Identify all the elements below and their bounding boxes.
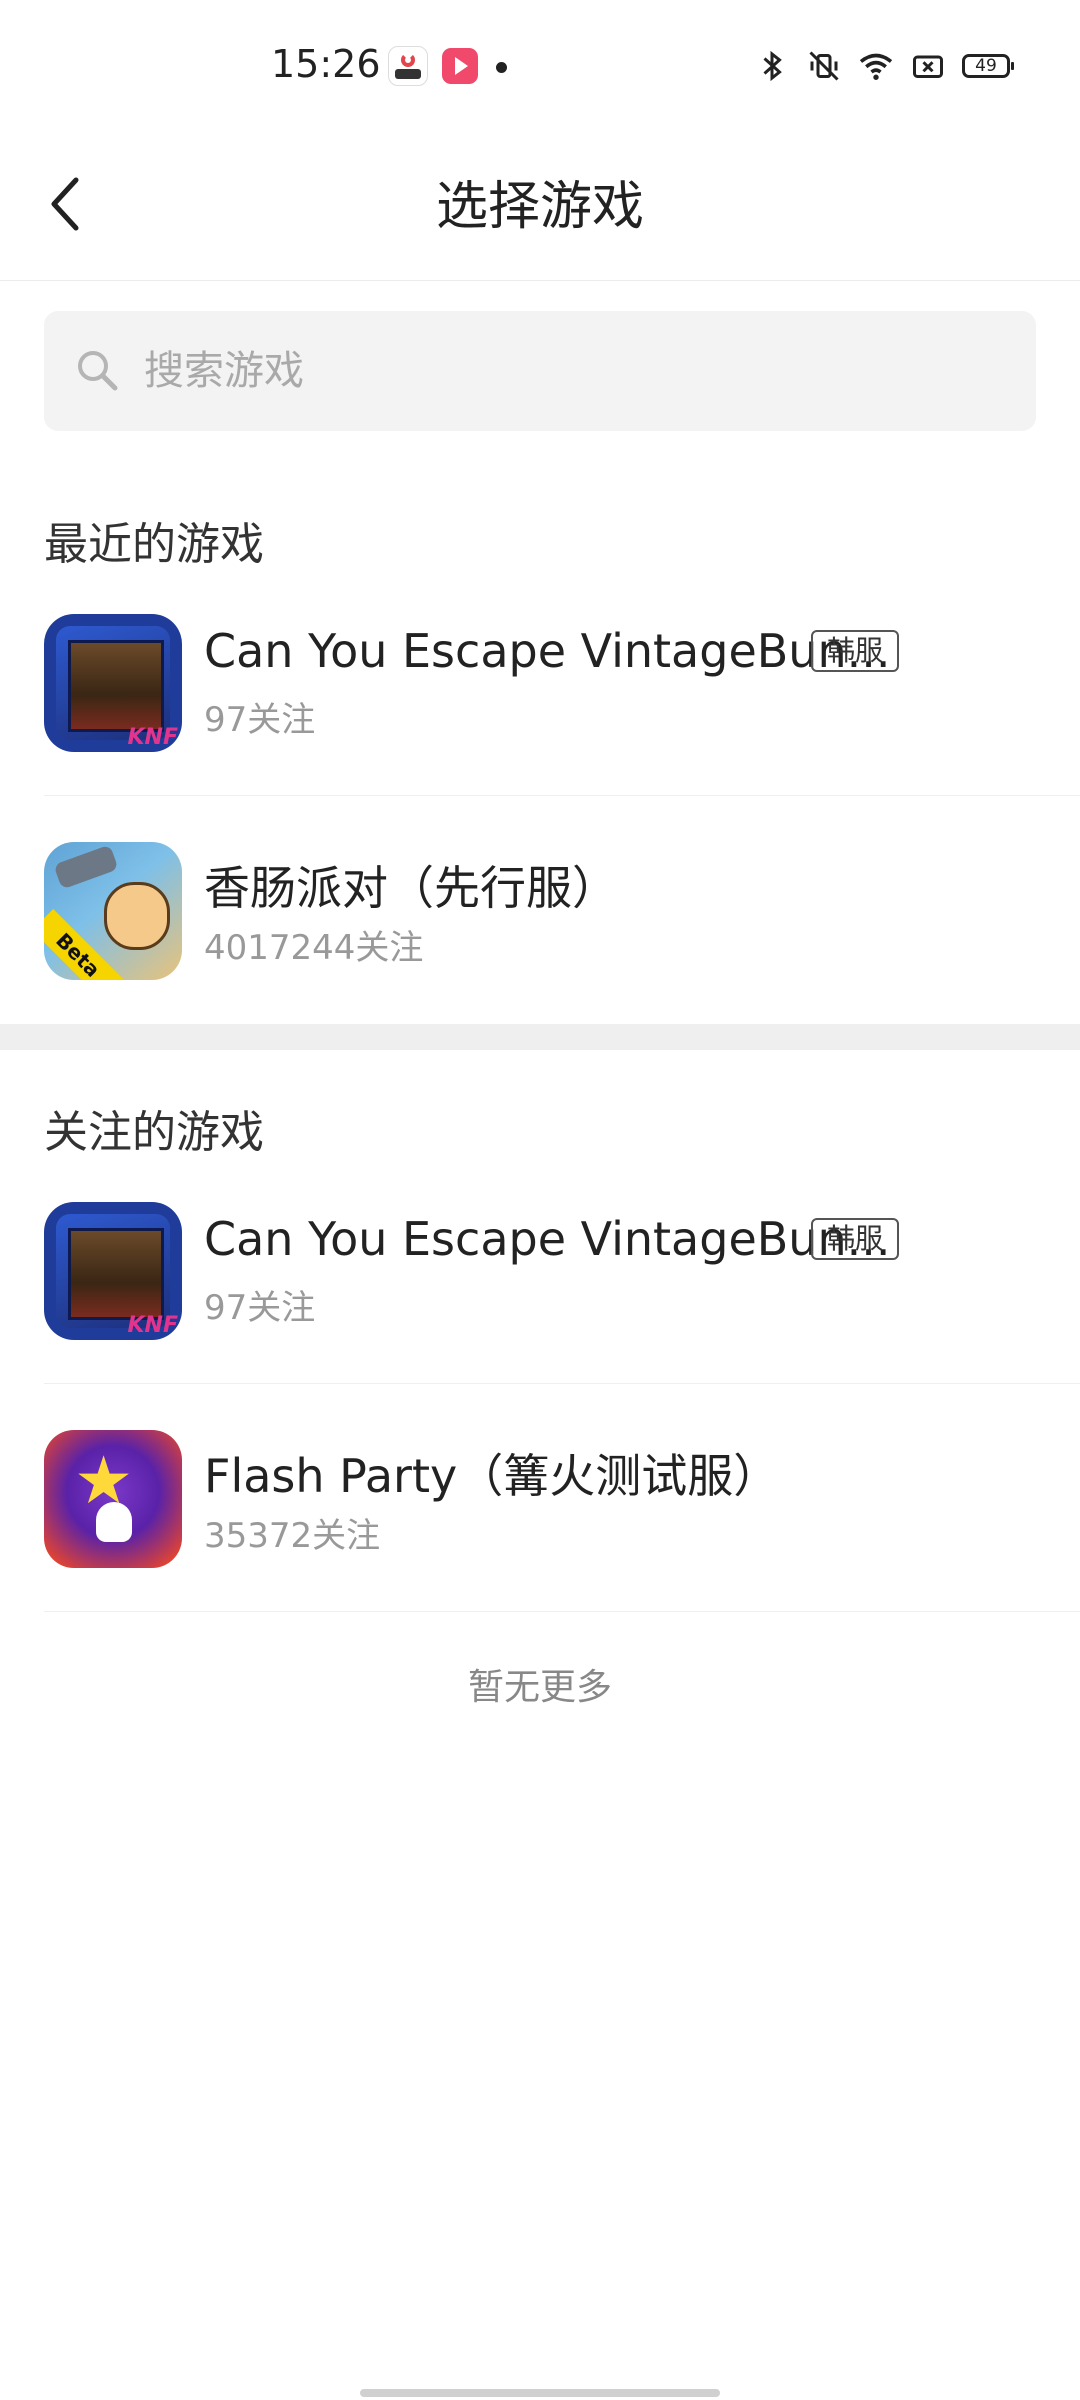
status-time: 15:26 xyxy=(271,42,381,86)
chevron-left-icon xyxy=(51,177,79,231)
search-input[interactable]: 搜索游戏 xyxy=(44,311,1036,431)
status-icons: 49 xyxy=(754,46,1014,86)
follow-count: 35372关注 xyxy=(204,1516,381,1556)
back-button[interactable] xyxy=(36,164,96,244)
header: 选择游戏 xyxy=(0,134,1080,281)
followed-game-row-1[interactable]: KNF Can You Escape VintageBun... 韩服 97关注 xyxy=(44,1156,1080,1384)
server-tag: 韩服 xyxy=(811,630,900,672)
escape-game-icon: KNF xyxy=(44,1202,182,1340)
bluetooth-icon xyxy=(763,50,782,82)
ctrip-app-icon xyxy=(388,46,428,86)
sim-off-icon xyxy=(913,55,943,78)
followed-games-title: 关注的游戏 xyxy=(44,1107,264,1158)
follow-count: 97关注 xyxy=(204,1288,316,1328)
followed-game-row-2[interactable]: ★ Flash Party（篝火测试服） 35372关注 xyxy=(44,1384,1080,1612)
battery-icon: 49 xyxy=(962,54,1014,78)
game-name: 香肠派对（先行服） xyxy=(204,861,618,915)
recent-game-row-2[interactable]: Beta 香肠派对（先行服） 4017244关注 xyxy=(44,796,1080,1024)
vibrate-off-icon xyxy=(809,51,839,81)
home-indicator[interactable] xyxy=(360,2389,720,2397)
follow-count: 97关注 xyxy=(204,700,316,740)
server-tag: 韩服 xyxy=(811,1218,900,1260)
no-more-text: 暂无更多 xyxy=(467,1667,612,1708)
search-icon xyxy=(78,351,118,391)
sausage-party-icon: Beta xyxy=(44,842,182,980)
wifi-icon xyxy=(859,53,893,80)
status-bar: 15:26 49 xyxy=(0,0,1080,134)
recent-game-row-1[interactable]: KNF Can You Escape VintageBun... 韩服 97关注 xyxy=(44,568,1080,796)
recent-games-title: 最近的游戏 xyxy=(44,519,264,570)
video-app-icon xyxy=(442,48,478,84)
section-divider xyxy=(0,1024,1080,1050)
follow-count: 4017244关注 xyxy=(204,928,424,968)
game-name: Can You Escape VintageBun... xyxy=(204,1212,891,1266)
page-title: 选择游戏 xyxy=(435,177,644,237)
flash-party-icon: ★ xyxy=(44,1430,182,1568)
notification-dot xyxy=(496,62,507,73)
escape-game-icon: KNF xyxy=(44,614,182,752)
game-name: Flash Party（篝火测试服） xyxy=(204,1449,780,1503)
game-name: Can You Escape VintageBun... xyxy=(204,624,891,678)
search-placeholder: 搜索游戏 xyxy=(144,348,304,394)
